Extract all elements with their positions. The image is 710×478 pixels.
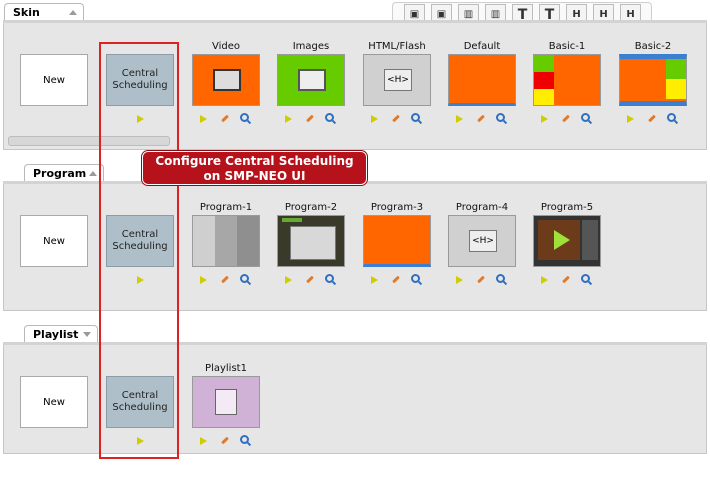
zoom-icon[interactable] — [496, 274, 505, 283]
program-thumb-2[interactable] — [277, 215, 345, 267]
central-scheduling-highlight — [99, 42, 179, 459]
skin-thumb-basic1[interactable] — [533, 54, 601, 106]
basic2-green-block — [666, 59, 686, 79]
program-label-5: Program-5 — [540, 202, 594, 213]
play-icon[interactable] — [285, 276, 292, 284]
collapse-arrow-icon[interactable] — [89, 171, 97, 176]
playlist-thumb-1[interactable] — [192, 376, 260, 428]
tab-skin[interactable]: Skin — [4, 3, 84, 20]
skin-thumb-images[interactable] — [277, 54, 345, 106]
callout-label: Configure Central Scheduling on SMP-NEO … — [142, 151, 367, 185]
skin-label-basic1: Basic-1 — [548, 41, 586, 52]
zoom-icon[interactable] — [581, 113, 590, 122]
play-icon[interactable] — [200, 276, 207, 284]
play-icon[interactable] — [200, 115, 207, 123]
skin-thumb-basic2[interactable] — [619, 54, 687, 106]
skin-thumb-video[interactable] — [192, 54, 260, 106]
new-label: New — [43, 235, 65, 247]
skin-panel-header — [3, 20, 707, 23]
program2-screen — [290, 226, 336, 260]
zoom-icon[interactable] — [667, 113, 676, 122]
skin-label-html: HTML/Flash — [368, 41, 426, 52]
skin-thumb-html[interactable]: <H> — [363, 54, 431, 106]
html-icon: <H> — [384, 69, 412, 91]
skin-label-basic2: Basic-2 — [634, 41, 672, 52]
zoom-icon[interactable] — [240, 274, 249, 283]
collapse-arrow-icon[interactable] — [69, 10, 77, 15]
program1-stripe — [215, 216, 237, 266]
video-play-icon — [554, 230, 570, 250]
basic1-red-block — [534, 72, 554, 89]
html-icon: <H> — [469, 230, 497, 252]
basic2-yellow-block — [666, 79, 686, 99]
play-icon[interactable] — [200, 437, 207, 445]
image-icon — [298, 69, 326, 91]
basic1-yellow-block — [534, 89, 554, 105]
skin-label-video: Video — [211, 41, 241, 52]
zoom-icon[interactable] — [325, 274, 334, 283]
play-icon[interactable] — [371, 276, 378, 284]
zoom-icon[interactable] — [240, 113, 249, 122]
tab-skin-label: Skin — [13, 6, 40, 19]
skin-label-default: Default — [463, 41, 501, 52]
playlist-new-button[interactable]: New — [20, 376, 88, 428]
expand-arrow-icon[interactable] — [83, 332, 91, 337]
skin-label-images: Images — [292, 41, 330, 52]
play-icon[interactable] — [541, 115, 548, 123]
play-icon[interactable] — [456, 276, 463, 284]
zoom-icon[interactable] — [411, 274, 420, 283]
program-label-2: Program-2 — [284, 202, 338, 213]
list-document-icon — [215, 389, 237, 415]
zoom-icon[interactable] — [240, 435, 249, 444]
new-label: New — [43, 396, 65, 408]
callout-line-2: on SMP-NEO UI — [203, 169, 306, 183]
tab-playlist[interactable]: Playlist — [24, 325, 98, 342]
zoom-icon[interactable] — [581, 274, 590, 283]
zoom-icon[interactable] — [325, 113, 334, 122]
play-icon[interactable] — [456, 115, 463, 123]
program1-stripe — [237, 216, 259, 266]
program-thumb-4[interactable]: <H> — [448, 215, 516, 267]
tab-program-label: Program — [33, 167, 87, 180]
playlist-label-1: Playlist1 — [205, 363, 247, 374]
film-icon — [213, 69, 241, 91]
skin-thumb-default[interactable] — [448, 54, 516, 106]
zoom-icon[interactable] — [496, 113, 505, 122]
program-thumb-5[interactable] — [533, 215, 601, 267]
play-icon[interactable] — [371, 115, 378, 123]
program2-bar — [282, 218, 302, 222]
play-icon[interactable] — [627, 115, 634, 123]
program-new-button[interactable]: New — [20, 215, 88, 267]
new-label: New — [43, 74, 65, 86]
tab-playlist-label: Playlist — [33, 328, 79, 341]
program-thumb-1[interactable] — [192, 215, 260, 267]
program-label-4: Program-4 — [455, 202, 509, 213]
play-icon[interactable] — [541, 276, 548, 284]
skin-new-button[interactable]: New — [20, 54, 88, 106]
program-thumb-3[interactable] — [363, 215, 431, 267]
play-icon[interactable] — [285, 115, 292, 123]
callout-line-1: Configure Central Scheduling — [155, 154, 354, 168]
tab-program[interactable]: Program — [24, 164, 104, 181]
program-label-1: Program-1 — [199, 202, 253, 213]
program-label-3: Program-3 — [370, 202, 424, 213]
basic1-green-block — [534, 55, 554, 72]
zoom-icon[interactable] — [411, 113, 420, 122]
program5-side — [582, 220, 598, 260]
